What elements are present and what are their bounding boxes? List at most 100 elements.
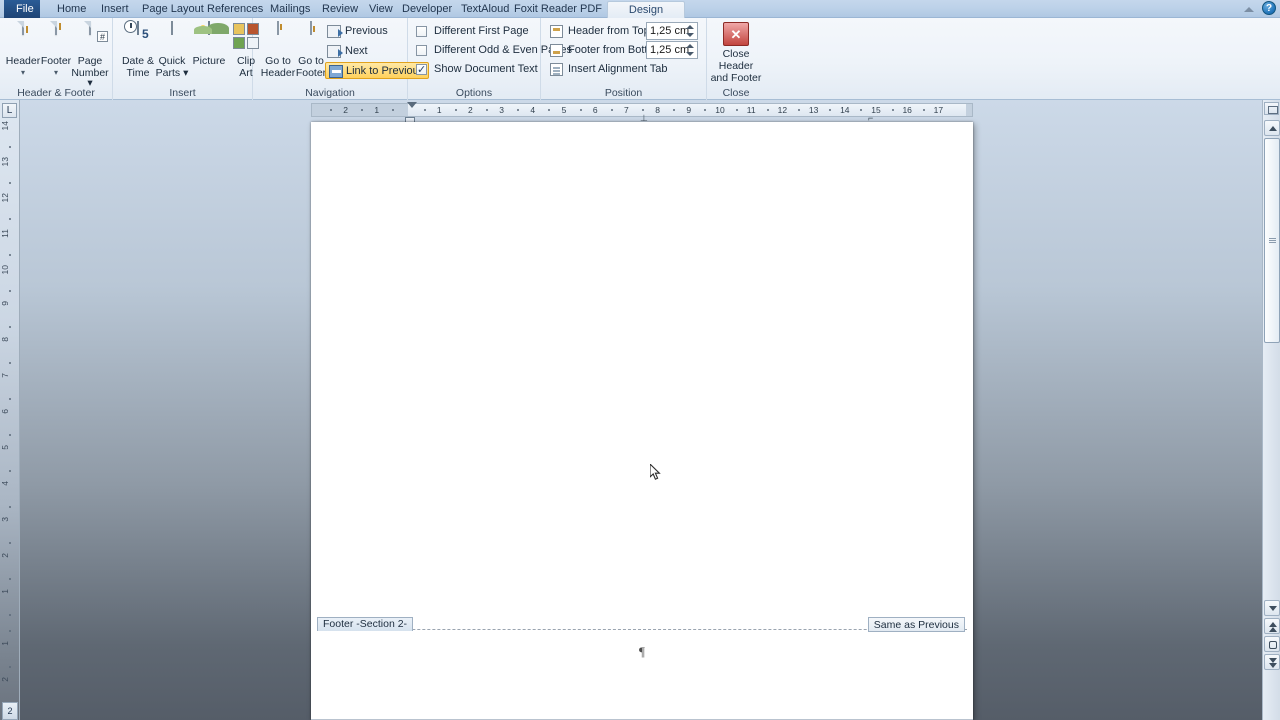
vruler-tick bbox=[9, 326, 11, 328]
scrollbar-thumb[interactable] bbox=[1264, 138, 1280, 343]
ruler-tick bbox=[642, 109, 644, 111]
page-number-button[interactable]: # Page Number ▾ bbox=[68, 21, 112, 89]
tab-design[interactable]: Design bbox=[607, 1, 685, 18]
footer-from-bottom-icon bbox=[550, 44, 563, 57]
checkbox-checked-icon bbox=[416, 62, 427, 79]
ruler-number: 10 bbox=[715, 105, 725, 115]
next-page-button[interactable] bbox=[1264, 654, 1280, 670]
tab-home[interactable]: Home bbox=[48, 1, 95, 18]
vruler-tick bbox=[9, 398, 11, 400]
document-page[interactable]: Footer -Section 2- Same as Previous ¶ bbox=[311, 122, 973, 720]
tab-developer[interactable]: Developer bbox=[393, 1, 461, 18]
ruler-number: 5 bbox=[561, 105, 567, 115]
minimize-ribbon-icon[interactable] bbox=[1242, 1, 1256, 15]
vruler-tick bbox=[9, 470, 11, 472]
vruler-tick bbox=[9, 614, 11, 616]
vertical-scrollbar[interactable] bbox=[1262, 100, 1280, 720]
stepper-arrows-icon[interactable] bbox=[683, 43, 696, 57]
first-line-indent-marker[interactable] bbox=[407, 102, 417, 108]
ruler-number: 1 bbox=[436, 105, 442, 115]
ruler-number: 9 bbox=[686, 105, 692, 115]
page-number-icon: # bbox=[68, 21, 112, 53]
stepper-arrows-icon[interactable] bbox=[683, 24, 696, 38]
footer-from-bottom-stepper[interactable]: 1,25 cm bbox=[646, 41, 698, 59]
vruler-number: 10 bbox=[0, 265, 10, 275]
ruler-number: 1 bbox=[374, 105, 380, 115]
tab-insert[interactable]: Insert bbox=[92, 1, 138, 18]
group-label-close: Close bbox=[722, 87, 750, 99]
header-from-top-stepper[interactable]: 1,25 cm bbox=[646, 22, 698, 40]
insert-alignment-tab-icon bbox=[550, 63, 563, 76]
scroll-up-button[interactable] bbox=[1264, 120, 1280, 136]
vruler-tick bbox=[9, 630, 11, 632]
tab-review[interactable]: Review bbox=[313, 1, 367, 18]
document-workspace: L 14 13 12 11 10 9 8 7 6 5 4 3 2 1 1 2 2 2 1 1 2 3 4 5 6 7 8 9 10 1… bbox=[0, 100, 1280, 720]
previous-icon bbox=[327, 25, 343, 38]
next-button[interactable]: Next bbox=[327, 43, 368, 60]
tab-selector-button[interactable]: L bbox=[2, 103, 17, 118]
ruler-tick bbox=[610, 109, 613, 111]
go-to-footer-icon bbox=[290, 21, 332, 53]
tab-file[interactable]: File bbox=[4, 0, 40, 18]
ruler-number: 17 bbox=[933, 105, 944, 115]
section-indicator: 2 bbox=[2, 702, 18, 720]
ruler-number: 13 bbox=[808, 105, 819, 115]
ruler-tick bbox=[891, 109, 894, 111]
vruler-number: 4 bbox=[0, 481, 10, 486]
different-first-page-checkbox[interactable]: Different First Page bbox=[416, 23, 529, 40]
tab-mailings[interactable]: Mailings bbox=[261, 1, 319, 18]
ruler-tick bbox=[486, 109, 488, 111]
previous-button[interactable]: Previous bbox=[327, 23, 388, 40]
ruler-number: 2 bbox=[468, 105, 473, 115]
ruler-tick bbox=[860, 109, 863, 111]
vruler-number: 2 bbox=[0, 677, 10, 682]
group-label-insert: Insert bbox=[169, 87, 196, 99]
ruler-number: 3 bbox=[499, 105, 504, 115]
vruler-tick bbox=[9, 666, 11, 668]
vruler-tick bbox=[9, 290, 11, 292]
vruler-number: 8 bbox=[0, 337, 10, 342]
vertical-ruler[interactable]: L 14 13 12 11 10 9 8 7 6 5 4 3 2 1 1 2 2 bbox=[0, 100, 20, 720]
ruler-tick bbox=[330, 109, 332, 111]
ribbon-group-insert: 5 Date & Time Quick Parts ▾ Picture Clip… bbox=[113, 18, 259, 100]
ruler-tick bbox=[922, 109, 925, 111]
vruler-number: 14 bbox=[0, 121, 10, 131]
vruler-number: 11 bbox=[0, 229, 10, 238]
ribbon-tab-bar: File Home Insert Page Layout References … bbox=[0, 0, 1280, 18]
tab-foxit-reader-pdf[interactable]: Foxit Reader PDF bbox=[505, 1, 611, 18]
group-label-position: Position bbox=[604, 87, 643, 99]
vruler-number: 2 bbox=[0, 553, 10, 558]
window-controls: ? bbox=[1242, 1, 1276, 15]
ruler-number: 11 bbox=[746, 105, 756, 115]
next-icon bbox=[327, 45, 343, 58]
ruler-number: 14 bbox=[840, 105, 850, 115]
help-icon[interactable]: ? bbox=[1262, 1, 1276, 15]
ruler-tick bbox=[673, 109, 676, 111]
ruler-tick bbox=[454, 109, 457, 111]
vruler-number: 5 bbox=[0, 445, 10, 450]
ruler-tick bbox=[423, 109, 426, 111]
triangle-up-icon bbox=[1269, 126, 1277, 131]
ruler-number: 8 bbox=[655, 105, 660, 115]
previous-page-button[interactable] bbox=[1264, 618, 1280, 634]
ribbon-group-position: Header from Top: 1,25 cm Footer from Bot… bbox=[541, 18, 707, 100]
vruler-tick bbox=[9, 362, 11, 364]
show-document-text-checkbox[interactable]: Show Document Text bbox=[416, 61, 538, 79]
vruler-tick bbox=[9, 578, 11, 580]
vruler-tick bbox=[9, 434, 11, 436]
vruler-number: 6 bbox=[0, 409, 10, 414]
ruler-tick bbox=[735, 109, 738, 111]
vruler-number: 1 bbox=[0, 641, 10, 646]
mouse-cursor bbox=[650, 464, 661, 480]
ruler-number: 6 bbox=[592, 105, 598, 115]
header-from-top-label: Header from Top: bbox=[550, 23, 653, 40]
scroll-down-button[interactable] bbox=[1264, 600, 1280, 616]
select-browse-object-button[interactable] bbox=[1264, 636, 1280, 652]
ruler-number: 12 bbox=[777, 105, 788, 115]
vruler-tick bbox=[9, 542, 11, 544]
view-ruler-toggle-button[interactable] bbox=[1264, 102, 1279, 115]
ribbon-group-header-footer: Header ▾ Footer ▾ # Page Number ▾ Header… bbox=[0, 18, 113, 100]
header-from-top-icon bbox=[550, 25, 563, 38]
insert-alignment-tab-button[interactable]: Insert Alignment Tab bbox=[550, 61, 667, 78]
vruler-tick bbox=[9, 182, 11, 184]
